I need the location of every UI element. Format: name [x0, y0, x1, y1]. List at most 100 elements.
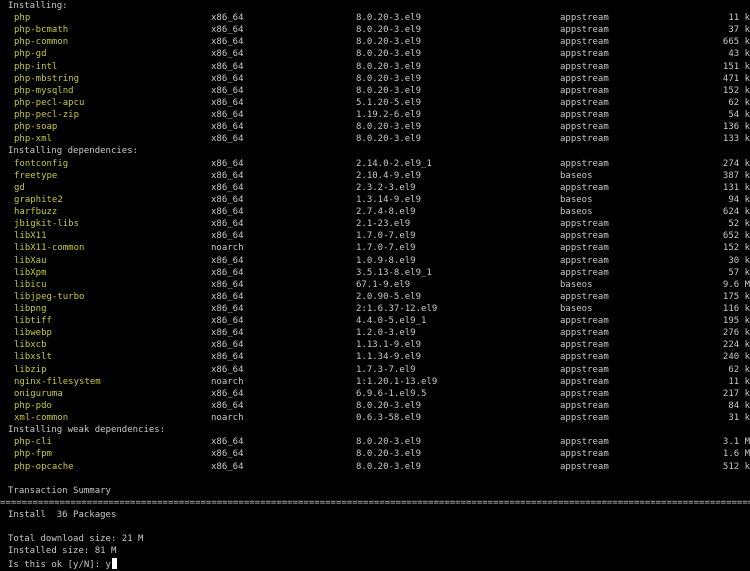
- package-row: php-soap x86_64 8.0.20-3.el9 appstream 136 k: [0, 121, 750, 133]
- package-size: 43 k: [728, 49, 750, 60]
- package-arch: x86_64: [211, 449, 244, 460]
- package-row: php-common x86_64 8.0.20-3.el9 appstream 665…: [0, 36, 750, 48]
- package-row: libicu x86_64 67.1-9.el9 baseos 9.6 M: [0, 279, 750, 291]
- package-arch: x86_64: [211, 110, 244, 121]
- package-size: 665 k: [722, 37, 750, 48]
- package-name: gd: [14, 182, 25, 193]
- package-repo: appstream: [560, 340, 609, 351]
- package-arch: x86_64: [211, 267, 244, 278]
- package-name: libzip: [14, 364, 47, 375]
- package-arch: x86_64: [211, 73, 244, 84]
- package-repo: appstream: [560, 376, 609, 387]
- prompt-answer[interactable]: y: [106, 560, 111, 570]
- package-name: php: [14, 13, 31, 24]
- package-row: php-pdo x86_64 8.0.20-3.el9 appstream 84 k: [0, 400, 750, 412]
- section-heading-line: Installing weak dependencies:: [0, 424, 750, 436]
- prompt-question: Is this ok [y/N]:: [8, 559, 106, 570]
- package-repo: appstream: [560, 437, 609, 448]
- package-size: 30 k: [728, 255, 750, 266]
- package-name: php-bcmath: [14, 25, 69, 36]
- package-repo: appstream: [560, 461, 609, 472]
- package-row: php-bcmath x86_64 8.0.20-3.el9 appstream 37 …: [0, 24, 750, 36]
- package-arch: x86_64: [211, 400, 244, 411]
- package-arch: x86_64: [211, 158, 244, 169]
- package-row: libX11-common noarch 1.7.0-7.el9 appstream 1…: [0, 242, 750, 254]
- package-row: freetype x86_64 2.10.4-9.el9 baseos 387 k: [0, 170, 750, 182]
- package-row: php-pecl-apcu x86_64 5.1.20-5.el9 appstream…: [0, 97, 750, 109]
- package-repo: baseos: [560, 194, 593, 205]
- package-name: php-pecl-zip: [14, 110, 80, 121]
- package-arch: x86_64: [211, 388, 244, 399]
- package-version: 8.0.20-3.el9: [356, 73, 422, 84]
- package-arch: x86_64: [211, 37, 244, 48]
- package-version: 1.1.34-9.el9: [356, 352, 422, 363]
- package-arch: x86_64: [211, 170, 244, 181]
- prompt-input[interactable]: Is this ok [y/N]: y: [8, 557, 117, 571]
- package-arch: x86_64: [211, 255, 244, 266]
- package-row: nginx-filesystem noarch 1:1.20.1-13.el9 app…: [0, 376, 750, 388]
- package-arch: x86_64: [211, 352, 244, 363]
- package-size: 9.6 M: [722, 279, 750, 290]
- package-version: 8.0.20-3.el9: [356, 400, 422, 411]
- package-repo: appstream: [560, 328, 609, 339]
- package-repo: appstream: [560, 243, 609, 254]
- package-size: 11 k: [728, 13, 750, 24]
- package-size: 152 k: [722, 243, 750, 254]
- package-repo: appstream: [560, 37, 609, 48]
- package-size: 54 k: [728, 110, 750, 121]
- package-version: 4.4.0-5.el9_1: [356, 316, 427, 327]
- package-name: php-xml: [14, 134, 52, 145]
- package-repo: appstream: [560, 449, 609, 460]
- package-version: 3.5.13-8.el9_1: [356, 267, 432, 278]
- package-row: php-intl x86_64 8.0.20-3.el9 appstream 151 k: [0, 61, 750, 73]
- package-row: php-gd x86_64 8.0.20-3.el9 appstream 43 k: [0, 48, 750, 60]
- package-version: 2.10.4-9.el9: [356, 170, 422, 181]
- package-row: jbigkit-libs x86_64 2.1-23.el9 appstream 52 …: [0, 218, 750, 230]
- package-arch: x86_64: [211, 304, 244, 314]
- installed-size-line: Installed size: 81 M: [0, 545, 750, 557]
- package-row: libXau x86_64 1.0.9-8.el9 appstream 30 k: [0, 255, 750, 267]
- package-row: php-mbstring x86_64 8.0.20-3.el9 appstream 4…: [0, 73, 750, 85]
- package-arch: x86_64: [211, 25, 244, 36]
- package-version: 8.0.20-3.el9: [356, 37, 422, 48]
- package-repo: appstream: [560, 25, 609, 36]
- prompt-line[interactable]: Is this ok [y/N]: y: [0, 557, 750, 571]
- text-cursor: [111, 557, 117, 569]
- package-row: php-opcache x86_64 8.0.20-3.el9 appstream 51…: [0, 461, 750, 473]
- package-name: libwebp: [14, 328, 52, 339]
- package-size: 62 k: [728, 364, 750, 375]
- terminal-window[interactable]: Installing: php x86_64 8.0.20-3.el9 appstrea…: [0, 0, 750, 570]
- package-name: libpng: [14, 304, 47, 314]
- package-repo: appstream: [560, 219, 609, 230]
- package-size: 624 k: [722, 207, 750, 218]
- package-name: libXau: [14, 255, 47, 266]
- package-size: 52 k: [728, 219, 750, 230]
- package-name: oniguruma: [14, 388, 63, 399]
- package-repo: appstream: [560, 61, 609, 72]
- package-row: php-xml x86_64 8.0.20-3.el9 appstream 133 k: [0, 133, 750, 145]
- package-size: 652 k: [722, 231, 750, 242]
- package-repo: appstream: [560, 122, 609, 133]
- package-row: libzip x86_64 1.7.3-7.el9 appstream 62 k: [0, 364, 750, 376]
- package-name: php-fpm: [14, 449, 52, 460]
- package-name: libicu: [14, 279, 47, 290]
- package-arch: x86_64: [211, 85, 244, 96]
- package-size: 133 k: [722, 134, 750, 145]
- package-size: 94 k: [728, 194, 750, 205]
- package-repo: appstream: [560, 110, 609, 121]
- package-repo: appstream: [560, 255, 609, 266]
- package-arch: x86_64: [211, 61, 244, 72]
- package-version: 8.0.20-3.el9: [356, 85, 422, 96]
- package-version: 1.3.14-9.el9: [356, 194, 422, 205]
- package-arch: noarch: [211, 376, 244, 387]
- package-arch: x86_64: [211, 219, 244, 230]
- package-version: 1.7.3-7.el9: [356, 364, 416, 375]
- package-repo: appstream: [560, 97, 609, 108]
- package-repo: appstream: [560, 134, 609, 145]
- package-name: php-intl: [14, 61, 58, 72]
- package-version: 1.13.1-9.el9: [356, 340, 422, 351]
- package-size: 512 k: [722, 461, 750, 472]
- package-arch: x86_64: [211, 182, 244, 193]
- package-arch: x86_64: [211, 231, 244, 242]
- separator: ========================================…: [0, 497, 750, 508]
